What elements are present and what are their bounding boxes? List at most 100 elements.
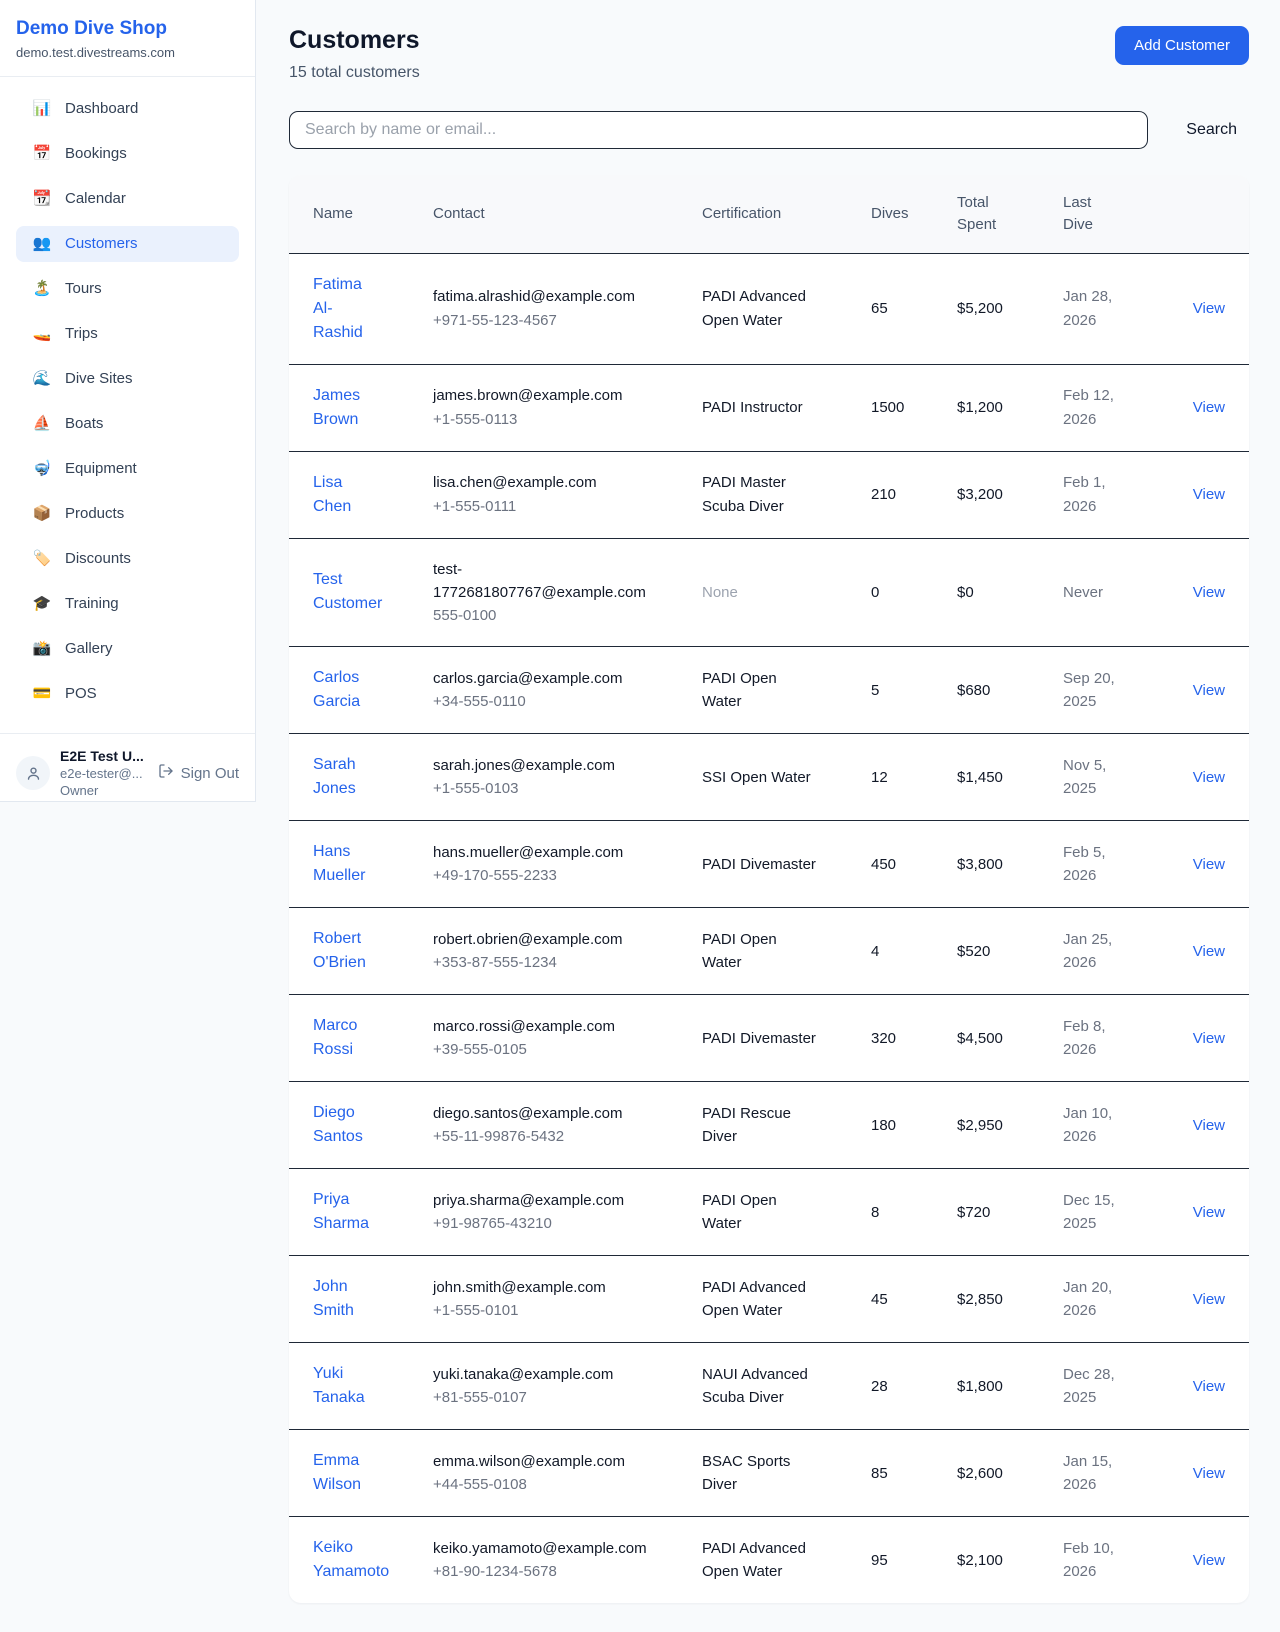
customer-dives: 8	[871, 1204, 879, 1221]
table-row: James Brown james.brown@example.com +1-5…	[289, 364, 1249, 451]
table-row: Hans Mueller hans.mueller@example.com +4…	[289, 821, 1249, 908]
customer-phone: +1-555-0103	[433, 777, 654, 800]
sidebar-item-calendar[interactable]: 📆 Calendar	[16, 181, 239, 217]
table-row: Priya Sharma priya.sharma@example.com +9…	[289, 1169, 1249, 1256]
view-link[interactable]: View	[1193, 769, 1225, 786]
customer-last-dive: Feb 8, 2026	[1063, 1018, 1106, 1058]
customer-certification: PADI Divemaster	[702, 856, 816, 873]
view-link[interactable]: View	[1193, 856, 1225, 873]
customer-dives: 1500	[871, 399, 904, 416]
customer-total-spent: $3,800	[957, 856, 1003, 873]
customer-name-link[interactable]: Marco Rossi	[313, 1014, 379, 1062]
customer-email: test-1772681807767@example.com	[433, 558, 654, 605]
view-link[interactable]: View	[1193, 300, 1225, 317]
customer-certification: PADI Open Water	[702, 931, 777, 971]
sidebar-item-customers[interactable]: 👥 Customers	[16, 226, 239, 262]
customer-name-link[interactable]: Sarah Jones	[313, 753, 379, 801]
sidebar-item-dashboard[interactable]: 📊 Dashboard	[16, 91, 239, 127]
products-icon: 📦	[32, 505, 52, 523]
sidebar-item-dive-sites[interactable]: 🌊 Dive Sites	[16, 361, 239, 397]
customer-name-link[interactable]: Diego Santos	[313, 1101, 379, 1149]
table-row: Keiko Yamamoto keiko.yamamoto@example.co…	[289, 1517, 1249, 1604]
pos-icon: 💳	[32, 685, 52, 703]
customer-name-link[interactable]: Fatima Al-Rashid	[313, 273, 379, 345]
customer-phone: 555-0100	[433, 604, 654, 627]
table-row: Emma Wilson emma.wilson@example.com +44-…	[289, 1430, 1249, 1517]
sidebar-item-boats[interactable]: ⛵ Boats	[16, 406, 239, 442]
customer-dives: 65	[871, 300, 888, 317]
customer-phone: +49-170-555-2233	[433, 864, 654, 887]
bookings-icon: 📅	[32, 145, 52, 163]
customer-email: james.brown@example.com	[433, 384, 654, 407]
customer-name-link[interactable]: James Brown	[313, 384, 379, 432]
view-link[interactable]: View	[1193, 1378, 1225, 1395]
view-link[interactable]: View	[1193, 1291, 1225, 1308]
sidebar-item-pos[interactable]: 💳 POS	[16, 676, 239, 712]
customer-last-dive: Dec 15, 2025	[1063, 1192, 1115, 1232]
view-link[interactable]: View	[1193, 1204, 1225, 1221]
customer-total-spent: $3,200	[957, 486, 1003, 503]
sidebar-nav: 📊 Dashboard 📅 Bookings 📆 Calendar 👥 Cust…	[0, 77, 255, 733]
customer-phone: +55-11-99876-5432	[433, 1125, 654, 1148]
customer-name-link[interactable]: Priya Sharma	[313, 1188, 379, 1236]
customer-dives: 180	[871, 1117, 896, 1134]
customer-email: emma.wilson@example.com	[433, 1450, 654, 1473]
user-meta: E2E Test U... e2e-tester@... Owner	[60, 748, 148, 798]
sign-out-button[interactable]: Sign Out	[158, 763, 239, 783]
view-link[interactable]: View	[1193, 486, 1225, 503]
view-link[interactable]: View	[1193, 943, 1225, 960]
customer-name-link[interactable]: John Smith	[313, 1275, 379, 1323]
customer-last-dive: Nov 5, 2025	[1063, 757, 1106, 797]
customer-name-link[interactable]: Hans Mueller	[313, 840, 379, 888]
customer-name-link[interactable]: Yuki Tanaka	[313, 1362, 379, 1410]
customer-name-link[interactable]: Robert O'Brien	[313, 927, 379, 975]
user-icon	[25, 765, 42, 782]
sidebar-item-discounts[interactable]: 🏷️ Discounts	[16, 541, 239, 577]
customer-phone: +1-555-0113	[433, 408, 654, 431]
sidebar-item-equipment[interactable]: 🤿 Equipment	[16, 451, 239, 487]
customer-certification: NAUI Advanced Scuba Diver	[702, 1366, 808, 1406]
sidebar-item-products[interactable]: 📦 Products	[16, 496, 239, 532]
search-input[interactable]	[289, 111, 1148, 149]
sidebar-item-bookings[interactable]: 📅 Bookings	[16, 136, 239, 172]
view-link[interactable]: View	[1193, 1117, 1225, 1134]
view-link[interactable]: View	[1193, 584, 1225, 601]
customer-certification: SSI Open Water	[702, 769, 811, 786]
customer-certification: PADI Advanced Open Water	[702, 288, 806, 328]
customer-dives: 210	[871, 486, 896, 503]
table-row: Lisa Chen lisa.chen@example.com +1-555-0…	[289, 451, 1249, 538]
view-link[interactable]: View	[1193, 399, 1225, 416]
customer-name-link[interactable]: Emma Wilson	[313, 1449, 379, 1497]
sidebar-item-gallery[interactable]: 📸 Gallery	[16, 631, 239, 667]
search-bar: Search	[289, 111, 1249, 149]
customer-last-dive: Feb 1, 2026	[1063, 474, 1106, 514]
customer-dives: 45	[871, 1291, 888, 1308]
customer-last-dive: Jan 20, 2026	[1063, 1279, 1112, 1319]
customer-total-spent: $720	[957, 1204, 990, 1221]
sidebar-item-tours[interactable]: 🏝️ Tours	[16, 271, 239, 307]
brand-name: Demo Dive Shop	[16, 18, 239, 40]
customer-name-link[interactable]: Test Customer	[313, 568, 382, 616]
gallery-icon: 📸	[32, 640, 52, 658]
view-link[interactable]: View	[1193, 1030, 1225, 1047]
add-customer-button[interactable]: Add Customer	[1115, 26, 1249, 65]
customer-name-link[interactable]: Keiko Yamamoto	[313, 1536, 389, 1584]
user-email: e2e-tester@...	[60, 766, 148, 781]
column-header-dives: Dives	[871, 175, 957, 253]
customer-certification: PADI Instructor	[702, 399, 803, 416]
dashboard-icon: 📊	[32, 100, 52, 118]
table-row: Test Customer test-1772681807767@example…	[289, 538, 1249, 647]
search-button[interactable]: Search	[1174, 113, 1249, 147]
customer-name-link[interactable]: Carlos Garcia	[313, 666, 379, 714]
sidebar-item-training[interactable]: 🎓 Training	[16, 586, 239, 622]
view-link[interactable]: View	[1193, 682, 1225, 699]
customer-certification: PADI Open Water	[702, 670, 777, 710]
customer-last-dive: Jan 15, 2026	[1063, 1453, 1112, 1493]
sidebar-item-trips[interactable]: 🚤 Trips	[16, 316, 239, 352]
customer-last-dive: Feb 5, 2026	[1063, 844, 1106, 884]
table-row: Robert O'Brien robert.obrien@example.com…	[289, 908, 1249, 995]
customer-name-link[interactable]: Lisa Chen	[313, 471, 379, 519]
customer-total-spent: $1,450	[957, 769, 1003, 786]
view-link[interactable]: View	[1193, 1465, 1225, 1482]
view-link[interactable]: View	[1193, 1552, 1225, 1569]
